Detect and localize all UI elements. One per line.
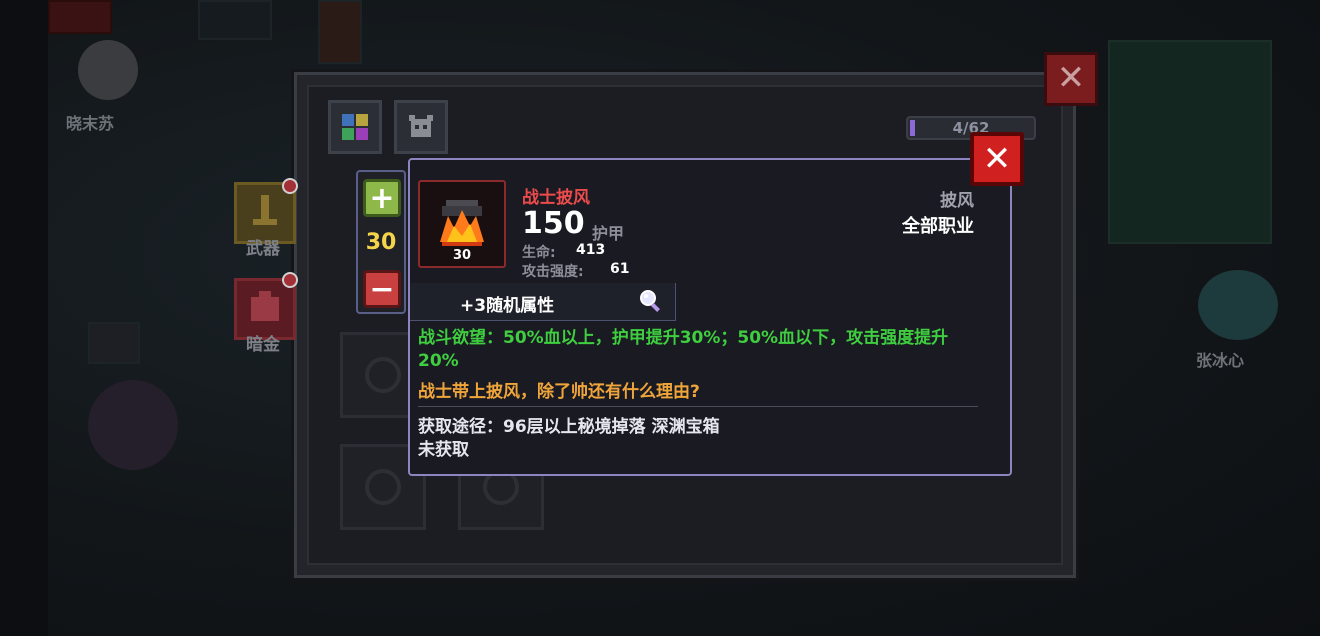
decrement-button[interactable]: − (363, 270, 401, 308)
stat-hp-value: 413 (576, 242, 606, 258)
category-weapon-label: 武器 (246, 239, 280, 259)
item-status: 未获取 (418, 440, 469, 460)
notification-dot (282, 178, 298, 194)
scene-green-area (1108, 40, 1272, 244)
item-effect: 战斗欲望：50%血以上，护甲提升30%；50%血以下，攻击强度提升20% (418, 328, 949, 371)
magnifier-icon[interactable] (638, 288, 664, 314)
item-name: 战士披风 (522, 188, 590, 208)
scene-red-block (48, 0, 112, 34)
random-attributes-label: +3随机属性 (460, 296, 555, 316)
item-flavor-text: 战士带上披风，除了帅还有什么理由? (418, 382, 700, 402)
item-source: 获取途径：96层以上秘境掉落 深渊宝箱 (418, 417, 720, 437)
stat-attack-value: 61 (610, 261, 630, 277)
item-icon-frame: 30 (418, 180, 506, 268)
close-icon: ✕ (1056, 58, 1086, 98)
item-class: 全部职业 (902, 216, 974, 237)
stat-hp-label: 生命: (522, 245, 556, 261)
npc-right-sprite[interactable] (1198, 270, 1278, 340)
stepper-value: 30 (365, 230, 397, 255)
npc-right-name: 张冰心 (1196, 351, 1245, 370)
tab-pets[interactable] (394, 100, 448, 154)
empty-slot-icon (365, 357, 401, 393)
scene-sign (88, 322, 140, 364)
item-armor-label: 护甲 (592, 224, 625, 243)
scene-pillar (318, 0, 362, 64)
item-type: 披风 (940, 191, 974, 211)
category-legendary-label: 暗金 (246, 335, 280, 355)
increment-button[interactable]: + (363, 179, 401, 217)
item-level-badge: 30 (452, 248, 472, 263)
npc-witch-sprite[interactable] (88, 380, 178, 470)
item-armor-value: 150 (522, 206, 585, 241)
quantity-stepper: + 30 − (356, 170, 406, 314)
npc-left-sprite[interactable] (78, 40, 138, 100)
pet-icon (409, 115, 433, 137)
sword-icon (253, 195, 277, 225)
stat-attack-label: 攻击强度: (522, 264, 584, 280)
tab-all-items[interactable] (328, 100, 382, 154)
notification-dot (282, 272, 298, 288)
scene-tile (198, 0, 272, 40)
tooltip-close-button[interactable]: ✕ (970, 132, 1024, 186)
plus-icon: + (369, 181, 395, 216)
tooltip-divider (418, 406, 978, 407)
close-icon: ✕ (982, 139, 1012, 179)
random-attributes-row[interactable]: +3随机属性 (410, 283, 676, 321)
grid-icon (342, 114, 368, 140)
inventory-close-button[interactable]: ✕ (1044, 52, 1098, 106)
chest-icon (251, 291, 279, 321)
minus-icon: − (369, 272, 395, 307)
empty-slot-icon (365, 469, 401, 505)
inventory-counter-fill (910, 120, 915, 136)
npc-left-name: 晓末苏 (66, 114, 115, 133)
